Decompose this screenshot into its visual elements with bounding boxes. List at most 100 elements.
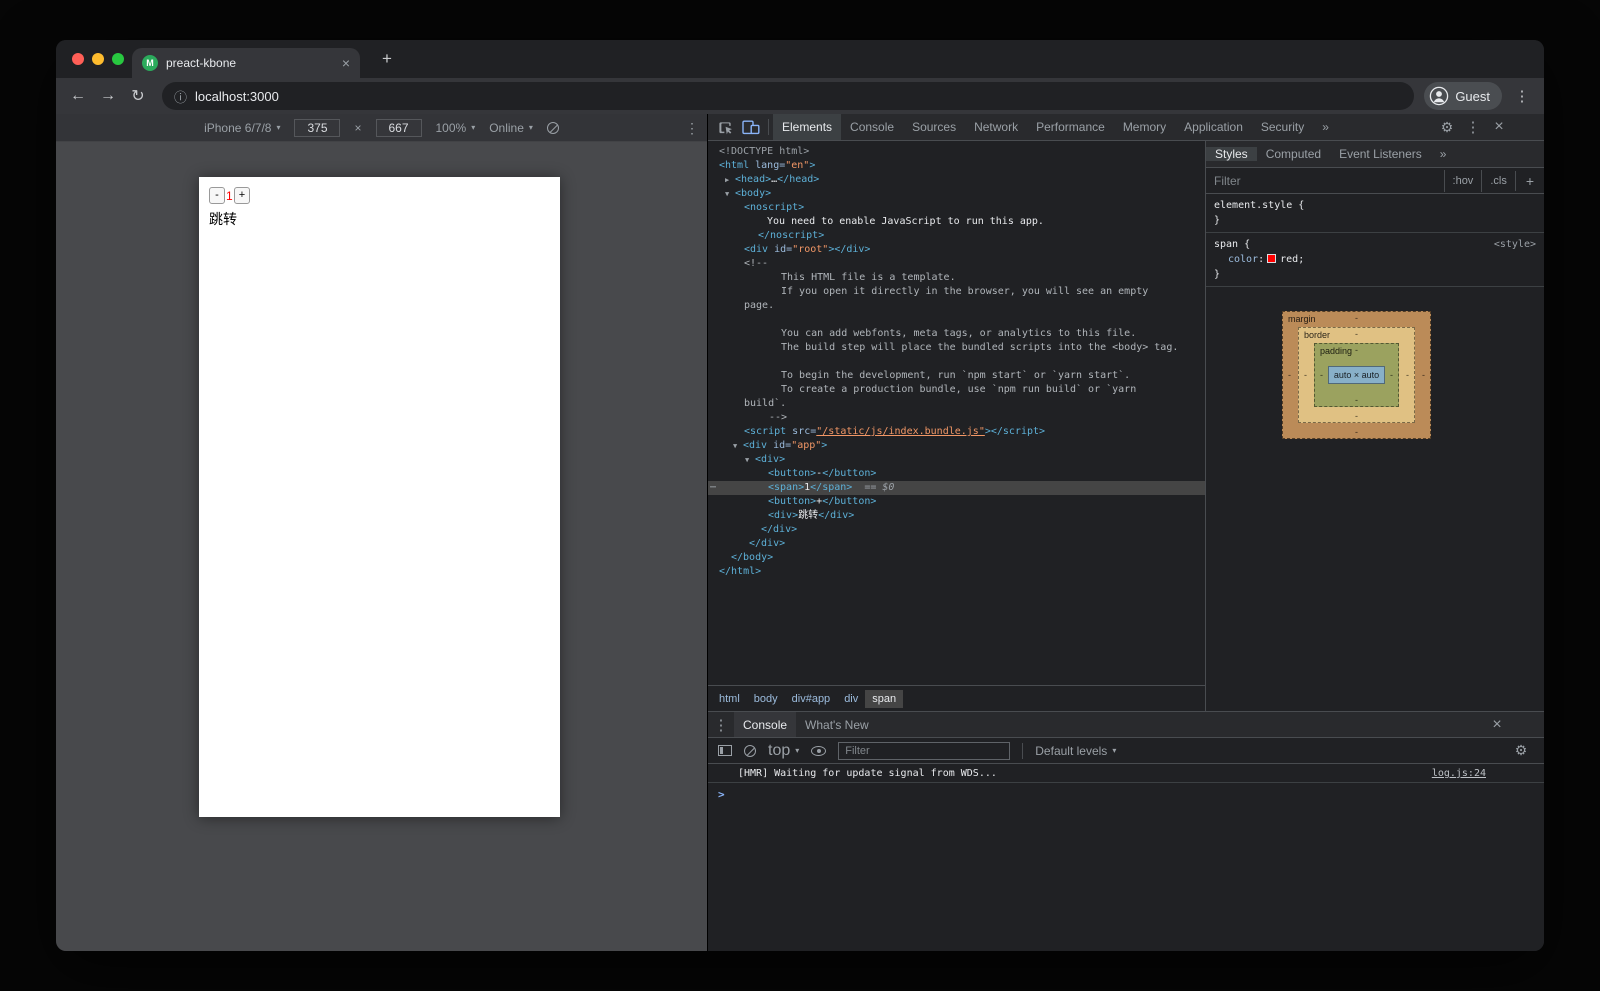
tree-node[interactable]: You need to enable JavaScript to run thi… (708, 215, 1205, 229)
tree-node[interactable]: <div id="root"></div> (708, 243, 1205, 257)
element-classes-button[interactable]: .cls (1481, 170, 1515, 192)
node-options-icon[interactable]: ⋯ (710, 481, 716, 495)
browser-tab[interactable]: M preact-kbone × (132, 48, 360, 78)
crumb-div[interactable]: div (837, 690, 865, 708)
execution-context-select[interactable]: top ▾ (768, 742, 799, 760)
devtools-tab-application[interactable]: Application (1175, 114, 1252, 140)
collapse-arrow-icon[interactable]: ▼ (745, 453, 749, 467)
address-bar[interactable]: ⓘ localhost:3000 (162, 82, 1414, 110)
tree-node[interactable]: You can add webfonts, meta tags, or anal… (708, 327, 1205, 341)
devtools-tab-elements[interactable]: Elements (773, 114, 841, 140)
tree-node[interactable]: </html> (708, 565, 1205, 579)
span-style-rule[interactable]: span { <style> color:red; } (1206, 233, 1544, 287)
margin-left-value[interactable]: - (1288, 370, 1291, 380)
collapse-arrow-icon[interactable]: ▼ (725, 187, 729, 201)
tree-node[interactable]: This HTML file is a template. (708, 271, 1205, 285)
tree-node[interactable]: To create a production bundle, use `npm … (708, 383, 1205, 397)
color-swatch[interactable] (1267, 254, 1276, 263)
toggle-element-state-button[interactable]: :hov (1444, 170, 1482, 192)
window-close-button[interactable] (72, 53, 84, 65)
log-levels-select[interactable]: Default levels ▾ (1022, 743, 1116, 759)
tree-node[interactable] (708, 313, 1205, 327)
devtools-tab-memory[interactable]: Memory (1114, 114, 1175, 140)
padding-right-value[interactable]: - (1390, 370, 1393, 380)
tree-node[interactable]: page. (708, 299, 1205, 313)
box-model-margin[interactable]: margin - - - - border - - - - (1282, 311, 1431, 439)
forward-icon[interactable]: → (94, 82, 122, 110)
profile-button[interactable]: Guest (1424, 82, 1502, 110)
log-source-link[interactable]: log.js:24 (1432, 768, 1486, 779)
tree-node[interactable]: <!-- (708, 257, 1205, 271)
browser-menu-icon[interactable]: ⋮ (1508, 82, 1536, 110)
devtools-tab-performance[interactable]: Performance (1027, 114, 1114, 140)
margin-bottom-value[interactable]: - (1355, 427, 1358, 437)
tree-node[interactable]: </noscript> (708, 229, 1205, 243)
drawer-close-icon[interactable]: × (1484, 712, 1510, 738)
tab-close-icon[interactable]: × (342, 56, 350, 70)
increment-button[interactable]: + (234, 187, 250, 204)
new-style-rule-button[interactable]: + (1515, 171, 1544, 191)
tree-node[interactable]: ▼<body> (708, 187, 1205, 201)
tree-node[interactable]: To begin the development, run `npm start… (708, 369, 1205, 383)
tree-node[interactable] (708, 355, 1205, 369)
style-source-link[interactable]: <style> (1494, 237, 1536, 252)
window-zoom-button[interactable] (112, 53, 124, 65)
crumb-div-app[interactable]: div#app (785, 690, 838, 708)
devtools-menu-icon[interactable]: ⋮ (1460, 114, 1486, 140)
tree-node[interactable]: <!DOCTYPE html> (708, 145, 1205, 159)
decrement-button[interactable]: - (209, 187, 225, 204)
tree-node[interactable]: If you open it directly in the browser, … (708, 285, 1205, 299)
tree-node[interactable]: </div> (708, 537, 1205, 551)
tree-node[interactable]: </body> (708, 551, 1205, 565)
padding-left-value[interactable]: - (1320, 370, 1323, 380)
console-tab-console[interactable]: Console (734, 712, 796, 737)
devtools-tab-console[interactable]: Console (841, 114, 903, 140)
tree-node[interactable]: <script src="/static/js/index.bundle.js"… (708, 425, 1205, 439)
devtools-tab-sources[interactable]: Sources (903, 114, 965, 140)
console-tab-what-s-new[interactable]: What's New (796, 712, 878, 737)
device-select[interactable]: iPhone 6/7/8 ▾ (204, 121, 280, 135)
rotate-icon[interactable] (547, 122, 559, 134)
device-width-input[interactable]: 375 (294, 119, 340, 137)
tree-node[interactable]: build`. (708, 397, 1205, 411)
tree-node[interactable]: <html lang="en"> (708, 159, 1205, 173)
url-text[interactable]: localhost:3000 (195, 89, 279, 104)
tree-node[interactable]: <div>跳转</div> (708, 509, 1205, 523)
element-style-rule[interactable]: element.style { } (1206, 194, 1544, 233)
zoom-select[interactable]: 100% ▾ (436, 121, 476, 135)
device-toolbar-toggle-icon[interactable] (738, 114, 764, 140)
back-icon[interactable]: ← (64, 82, 92, 110)
border-bottom-value[interactable]: - (1355, 411, 1358, 421)
box-model-padding[interactable]: padding - - - - auto × auto (1314, 343, 1399, 407)
console-sidebar-icon[interactable] (718, 745, 732, 756)
devtools-close-icon[interactable]: × (1486, 114, 1512, 140)
live-expression-icon[interactable] (811, 746, 826, 756)
devtools-tab-security[interactable]: Security (1252, 114, 1313, 140)
tree-node[interactable]: ▼<div> (708, 453, 1205, 467)
collapse-arrow-icon[interactable]: ▼ (733, 439, 737, 453)
styles-tab-more[interactable]: » (1431, 147, 1456, 161)
reload-icon[interactable]: ↻ (124, 82, 152, 110)
padding-bottom-value[interactable]: - (1355, 395, 1358, 405)
margin-top-value[interactable]: - (1355, 313, 1358, 323)
jump-link[interactable]: 跳转 (209, 209, 237, 229)
device-height-input[interactable]: 667 (376, 119, 422, 137)
styles-tab-event-listeners[interactable]: Event Listeners (1330, 147, 1431, 161)
inspect-element-icon[interactable] (712, 114, 738, 140)
tree-node[interactable]: <button>+</button> (708, 495, 1205, 509)
device-toolbar-menu-icon[interactable]: ⋮ (685, 120, 699, 137)
expand-arrow-icon[interactable]: ▶ (725, 173, 729, 187)
devtools-tab-network[interactable]: Network (965, 114, 1027, 140)
tree-node[interactable]: --> (708, 411, 1205, 425)
crumb-html[interactable]: html (712, 690, 747, 708)
border-left-value[interactable]: - (1304, 370, 1307, 380)
padding-top-value[interactable]: - (1355, 345, 1358, 355)
clear-console-icon[interactable] (744, 745, 756, 757)
tree-node[interactable]: ▼<div id="app"> (708, 439, 1205, 453)
tree-node[interactable]: <noscript> (708, 201, 1205, 215)
site-info-icon[interactable]: ⓘ (174, 87, 187, 106)
tree-node[interactable]: </div> (708, 523, 1205, 537)
tree-node[interactable]: <button>-</button> (708, 467, 1205, 481)
tree-node-selected[interactable]: ⋯<span>1</span> == $0 (708, 481, 1205, 495)
devtools-tab-more[interactable]: » (1313, 114, 1338, 140)
